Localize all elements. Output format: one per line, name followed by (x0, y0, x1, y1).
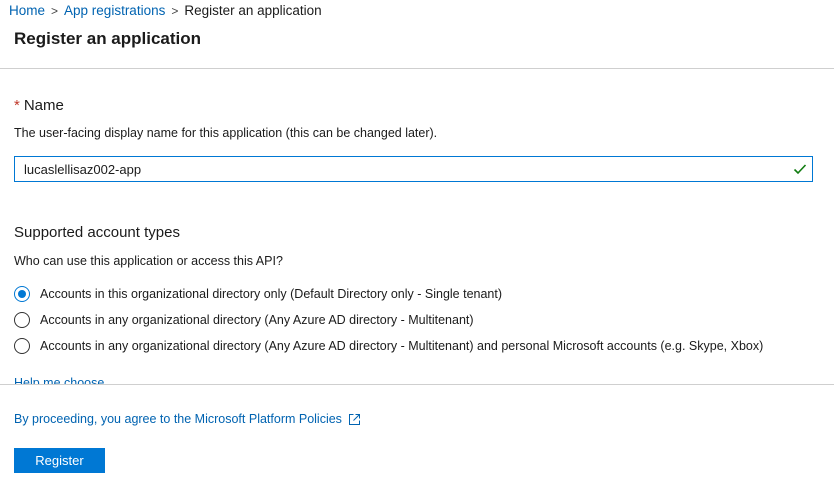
register-app-page: Home > App registrations > Register an a… (0, 0, 834, 489)
name-label: * Name (14, 97, 64, 114)
name-label-text: Name (23, 97, 64, 114)
checkmark-icon (793, 164, 807, 175)
radio-button-selected[interactable] (14, 286, 30, 302)
footer-divider (0, 384, 834, 385)
radio-button[interactable] (14, 338, 30, 354)
account-types-question: Who can use this application or access t… (14, 254, 283, 268)
external-link-icon (348, 413, 360, 425)
platform-policies-text[interactable]: By proceeding, you agree to the Microsof… (14, 412, 342, 426)
required-marker: * (14, 97, 20, 114)
radio-button[interactable] (14, 312, 30, 328)
platform-policies-link[interactable]: By proceeding, you agree to the Microsof… (14, 412, 361, 426)
page-title: Register an application (14, 29, 202, 48)
register-button[interactable]: Register (14, 448, 105, 473)
help-me-choose-link[interactable]: Help me choose... (14, 374, 115, 384)
breadcrumb-app-registrations[interactable]: App registrations (64, 3, 165, 19)
radio-label: Accounts in any organizational directory… (40, 339, 764, 353)
radio-label: Accounts in any organizational directory… (40, 313, 474, 327)
radio-option-single-tenant[interactable]: Accounts in this organizational director… (14, 286, 502, 302)
chevron-right-icon: > (171, 4, 179, 18)
breadcrumb-current: Register an application (184, 3, 322, 18)
name-input[interactable] (15, 157, 785, 181)
account-types-heading: Supported account types (14, 224, 180, 241)
name-description: The user-facing display name for this ap… (14, 126, 438, 140)
chevron-right-icon: > (51, 4, 59, 18)
header-divider (0, 68, 834, 69)
radio-option-multitenant[interactable]: Accounts in any organizational directory… (14, 312, 474, 328)
name-field (14, 156, 813, 182)
breadcrumb: Home > App registrations > Register an a… (9, 3, 322, 19)
radio-label: Accounts in this organizational director… (40, 287, 503, 301)
breadcrumb-home[interactable]: Home (9, 3, 45, 19)
radio-option-multitenant-personal[interactable]: Accounts in any organizational directory… (14, 338, 763, 354)
